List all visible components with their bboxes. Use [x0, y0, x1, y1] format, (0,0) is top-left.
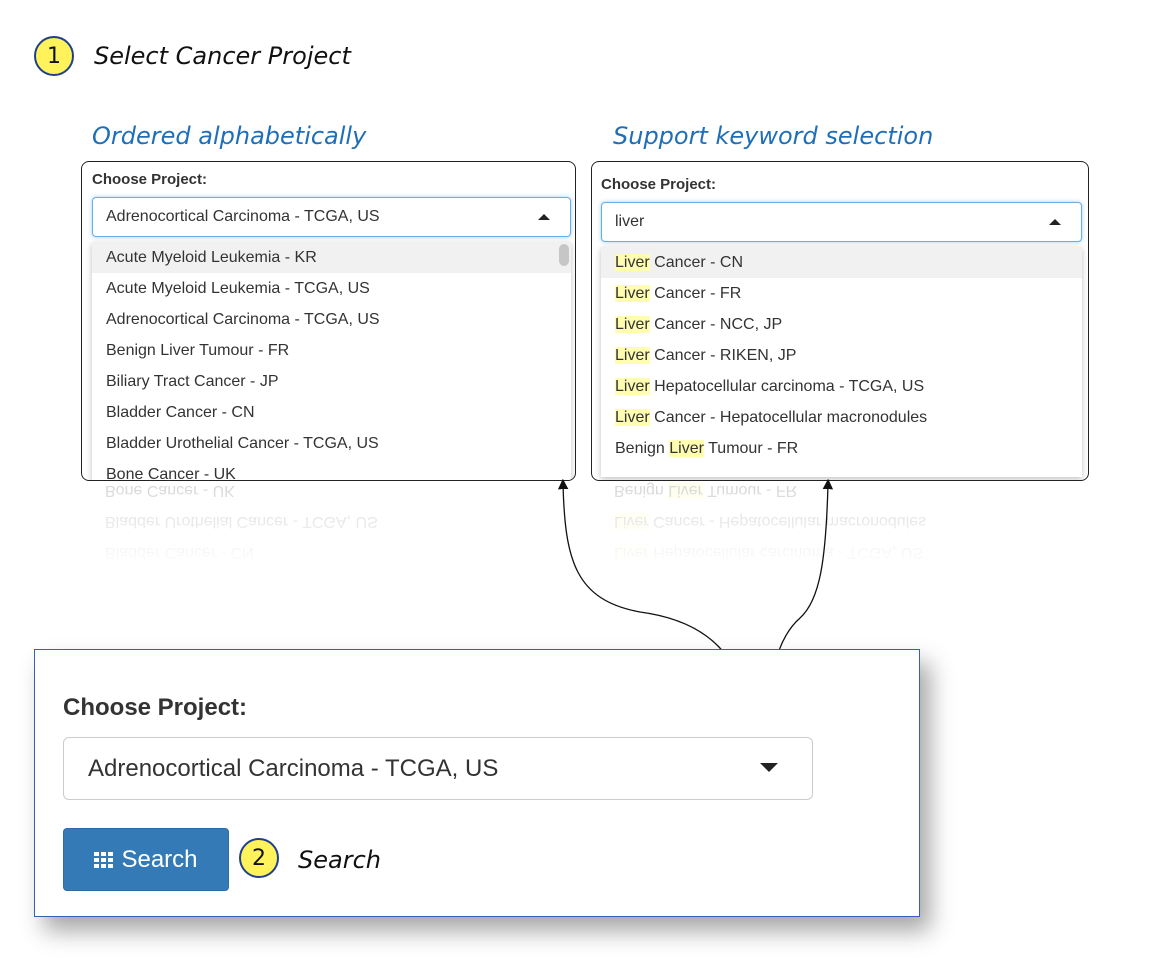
left-choose-project-label: Choose Project:	[92, 171, 208, 188]
right-option-item[interactable]: Liver Cancer - NCC, JP	[601, 309, 1082, 340]
left-option-item[interactable]: Adrenocortical Carcinoma - TCGA, US	[92, 304, 571, 335]
reflected-option: Liver Cancer - Hepatocellular macronodul…	[614, 513, 927, 530]
left-option-item[interactable]: Bladder Cancer - CN	[92, 397, 571, 428]
right-dropdown-panel: Choose Project: liver Liver Cancer - CN L…	[591, 161, 1089, 481]
option-text-match: Liver	[615, 378, 650, 395]
left-option-item[interactable]: Bone Cancer - UK	[92, 459, 571, 480]
left-project-select[interactable]: Adrenocortical Carcinoma - TCGA, US	[92, 197, 571, 237]
caption-ordered-alphabetically: Ordered alphabetically	[92, 122, 367, 150]
choose-project-label: Choose Project:	[63, 694, 248, 721]
option-text-match: Liver	[615, 316, 650, 333]
right-options-list[interactable]: Liver Cancer - CN Liver Cancer - FR Liver …	[601, 247, 1082, 477]
left-option-item[interactable]: Biliary Tract Cancer - JP	[92, 366, 571, 397]
right-search-value: liver	[615, 213, 645, 230]
step-1-label: Select Cancer Project	[94, 42, 351, 70]
right-list-reflection: Liver Hepatocellular carcinoma - TCGA, U…	[600, 482, 1081, 568]
step-1-badge: 1	[34, 36, 74, 76]
option-text-post: Cancer - CN	[649, 254, 744, 271]
left-list-reflection: Bladder Cancer - CN Bladder Urothelial Ca…	[91, 482, 570, 568]
step-2-label: Search	[298, 846, 381, 874]
reflected-option: Benign Liver Tumour - FR	[614, 482, 798, 499]
reflected-option: Liver Hepatocellular carcinoma - TCGA, U…	[614, 544, 924, 561]
option-text-match: Liver	[615, 285, 650, 302]
left-selected-value: Adrenocortical Carcinoma - TCGA, US	[106, 208, 380, 225]
option-text-post: Cancer - FR	[649, 285, 742, 302]
right-option-item[interactable]: Liver Cancer - CN	[601, 247, 1082, 278]
left-option-item[interactable]: Acute Myeloid Leukemia - TCGA, US	[92, 273, 571, 304]
project-search-form: Choose Project: Adrenocortical Carcinoma…	[34, 649, 920, 917]
caret-up-icon	[538, 214, 550, 220]
option-text-post: Cancer - RIKEN, JP	[649, 347, 797, 364]
th-grid-icon	[94, 851, 114, 868]
caret-up-icon	[1049, 219, 1061, 225]
reflected-option: Bone Cancer - UK	[105, 482, 235, 499]
caption-keyword-selection: Support keyword selection	[613, 122, 934, 150]
left-option-item[interactable]: Acute Myeloid Leukemia - KR	[92, 242, 571, 273]
reflected-option: Bladder Cancer - CN	[105, 544, 254, 561]
chevron-down-icon	[760, 763, 778, 772]
right-option-item[interactable]: Liver Hepatocellular carcinoma - TCGA, U…	[601, 371, 1082, 402]
selected-project-value: Adrenocortical Carcinoma - TCGA, US	[88, 754, 499, 782]
right-option-item[interactable]: Liver Cancer - Hepatocellular macronodul…	[601, 402, 1082, 433]
option-text-post: Cancer - Hepatocellular macronodules	[649, 409, 928, 426]
scrollbar-thumb[interactable]	[559, 244, 569, 266]
option-text-post: Cancer - NCC, JP	[649, 316, 783, 333]
project-select[interactable]: Adrenocortical Carcinoma - TCGA, US	[63, 737, 813, 800]
option-text-match: Liver	[615, 254, 650, 271]
option-text-post: Hepatocellular carcinoma - TCGA, US	[649, 378, 925, 395]
left-option-item[interactable]: Benign Liver Tumour - FR	[92, 335, 571, 366]
option-text-match: Liver	[615, 347, 650, 364]
right-option-item[interactable]: Benign Liver Tumour - FR	[601, 433, 1082, 464]
reflected-option: Bladder Urothelial Cancer - TCGA, US	[105, 513, 378, 530]
left-option-item[interactable]: Bladder Urothelial Cancer - TCGA, US	[92, 428, 571, 459]
option-text-match: Liver	[615, 409, 650, 426]
option-text-match: Liver	[669, 440, 704, 457]
right-option-item[interactable]: Liver Cancer - RIKEN, JP	[601, 340, 1082, 371]
step-2-number: 2	[252, 845, 266, 871]
search-button-label: Search	[121, 845, 198, 873]
option-text-post: Tumour - FR	[703, 440, 799, 457]
step-1-number: 1	[47, 43, 61, 69]
right-project-search-input[interactable]: liver	[601, 202, 1082, 242]
step-2-badge: 2	[239, 838, 279, 878]
option-text-pre: Benign	[615, 440, 670, 457]
right-option-item[interactable]: Liver Cancer - FR	[601, 278, 1082, 309]
search-button[interactable]: Search	[63, 828, 229, 891]
right-choose-project-label: Choose Project:	[601, 176, 717, 193]
left-options-list[interactable]: Acute Myeloid Leukemia - KR Acute Myeloid…	[92, 242, 571, 480]
left-dropdown-panel: Choose Project: Adrenocortical Carcinoma…	[81, 161, 576, 481]
